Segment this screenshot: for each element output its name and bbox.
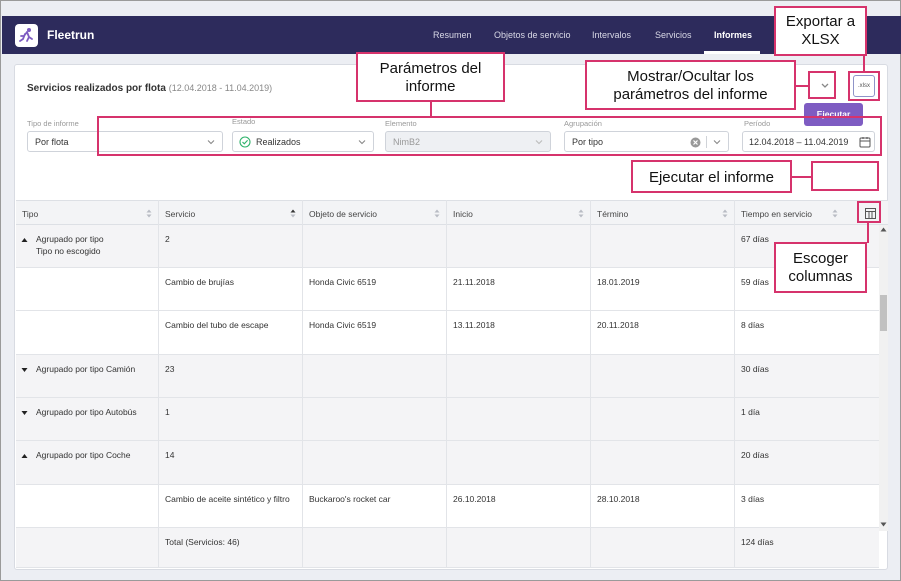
cell-inicio: 26.10.2018 <box>453 494 496 504</box>
cell-tipo-line2: Tipo no escogido <box>36 246 101 256</box>
cell-inicio: 21.11.2018 <box>453 277 495 287</box>
col-divider <box>734 200 735 568</box>
leader-line <box>863 56 865 72</box>
callout-columns: Escoger columnas <box>774 242 867 293</box>
table-row[interactable]: Agrupado por tipo Autobús 1 1 día <box>16 398 879 441</box>
col-divider <box>158 200 159 568</box>
cell-tiempo: 8 días <box>741 320 765 330</box>
runner-icon <box>19 28 33 42</box>
cell-tiempo: 20 días <box>741 450 769 460</box>
col-servicio[interactable]: Servicio <box>165 209 195 219</box>
col-divider <box>446 200 447 568</box>
toggle-highlight <box>808 71 836 99</box>
report-period: (12.04.2018 - 11.04.2019) <box>168 83 273 93</box>
cell-tiempo: 3 días <box>741 494 765 504</box>
report-title: Servicios realizados por flota (12.04.20… <box>27 83 272 94</box>
sort-icon[interactable] <box>434 209 440 218</box>
table-scrollbar[interactable] <box>879 225 888 531</box>
table-total-row: Total (Servicios: 46) 124 días <box>16 528 879 568</box>
cell-servicio: Cambio del tubo de escape <box>165 320 269 330</box>
caret-up-icon[interactable] <box>21 237 28 243</box>
app-name: Fleetrun <box>47 28 95 42</box>
cell-objeto: Honda Civic 6519 <box>309 320 377 330</box>
table-header: Tipo Servicio Objeto de servicio Inicio … <box>16 200 888 225</box>
col-tiempo[interactable]: Tiempo en servicio <box>741 209 812 219</box>
cell-tipo-line1: Agrupado por tipo <box>36 234 104 244</box>
cell-termino: 28.10.2018 <box>597 494 640 504</box>
fleetrun-logo[interactable] <box>15 24 38 47</box>
cell-servicio: 23 <box>165 364 175 374</box>
nav-intervalos[interactable]: Intervalos <box>592 30 631 40</box>
sort-icon[interactable] <box>578 209 584 218</box>
caret-down-icon[interactable] <box>21 410 28 416</box>
col-objeto[interactable]: Objeto de servicio <box>309 209 377 219</box>
table-row[interactable]: Agrupado por tipo Camión 23 30 días <box>16 355 879 398</box>
cell-objeto: Buckaroo's rocket car <box>309 494 391 504</box>
col-tipo[interactable]: Tipo <box>22 209 38 219</box>
sort-icon[interactable] <box>146 209 152 218</box>
scroll-thumb[interactable] <box>880 295 887 331</box>
sort-icon[interactable] <box>722 209 728 218</box>
cell-termino: 18.01.2019 <box>597 277 640 287</box>
col-termino[interactable]: Término <box>597 209 628 219</box>
cell-servicio: Cambio de brujías <box>165 277 234 287</box>
table-row[interactable]: Agrupado por tipo Tipo no escogido 2 67 … <box>16 225 879 268</box>
leader-line <box>792 176 812 178</box>
params-highlight <box>97 116 882 156</box>
nav-resumen[interactable]: Resumen <box>433 30 472 40</box>
callout-params: Parámetros del informe <box>356 52 505 102</box>
cell-objeto: Honda Civic 6519 <box>309 277 377 287</box>
cell-servicio: 1 <box>165 407 170 417</box>
columns-highlight <box>857 201 881 223</box>
callout-toggle: Mostrar/Ocultar los parámetros del infor… <box>585 60 796 110</box>
table-row[interactable]: Cambio del tubo de escape Honda Civic 65… <box>16 311 879 355</box>
cell-tipo: Agrupado por tipo Camión <box>36 364 136 374</box>
cell-tiempo: 30 días <box>741 364 769 374</box>
nav-servicios[interactable]: Servicios <box>655 30 692 40</box>
report-title-text: Servicios realizados por flota <box>27 83 166 94</box>
run-highlight <box>811 161 879 191</box>
sort-asc-icon[interactable] <box>290 209 296 218</box>
nav-informes[interactable]: Informes <box>714 30 752 40</box>
app-frame: Fleetrun Resumen Objetos de servicio Int… <box>0 0 901 581</box>
table-row[interactable]: Cambio de brujías Honda Civic 6519 21.11… <box>16 268 879 311</box>
leader-line <box>430 102 432 117</box>
cell-servicio: Cambio de aceite sintético y filtro <box>165 494 290 504</box>
cell-tiempo: 59 días <box>741 277 769 287</box>
report-type-label: Tipo de informe <box>27 119 79 128</box>
cell-tiempo: 1 día <box>741 407 760 417</box>
cell-servicio: 2 <box>165 234 170 244</box>
col-divider <box>302 200 303 568</box>
col-inicio[interactable]: Inicio <box>453 209 473 219</box>
nav-objetos-de-servicio[interactable]: Objetos de servicio <box>494 30 571 40</box>
scroll-up-icon[interactable] <box>880 227 887 232</box>
cell-tipo: Agrupado por tipo Tipo no escogido <box>36 233 104 257</box>
table-row[interactable]: Cambio de aceite sintético y filtro Buck… <box>16 485 879 528</box>
col-divider <box>590 200 591 568</box>
cell-termino: 20.11.2018 <box>597 320 639 330</box>
cell-servicio: 14 <box>165 450 175 460</box>
top-navbar: Fleetrun Resumen Objetos de servicio Int… <box>2 16 901 54</box>
scroll-down-icon[interactable] <box>880 522 887 527</box>
xlsx-highlight <box>848 71 880 101</box>
caret-down-icon[interactable] <box>21 367 28 373</box>
cell-total: Total (Servicios: 46) <box>165 537 240 547</box>
callout-run: Ejecutar el informe <box>631 160 792 193</box>
leader-line <box>867 222 869 243</box>
active-tab-indicator <box>704 51 760 54</box>
callout-export: Exportar a XLSX <box>774 6 867 56</box>
table-row[interactable]: Agrupado por tipo Coche 14 20 días <box>16 441 879 485</box>
cell-inicio: 13.11.2018 <box>453 320 495 330</box>
cell-tipo: Agrupado por tipo Autobús <box>36 407 137 417</box>
sort-icon[interactable] <box>832 209 838 218</box>
report-type-value: Por flota <box>35 137 69 147</box>
leader-line <box>796 85 809 87</box>
cell-tiempo: 67 días <box>741 234 769 244</box>
caret-up-icon[interactable] <box>21 453 28 459</box>
cell-total-time: 124 días <box>741 537 774 547</box>
cell-tipo: Agrupado por tipo Coche <box>36 450 131 460</box>
